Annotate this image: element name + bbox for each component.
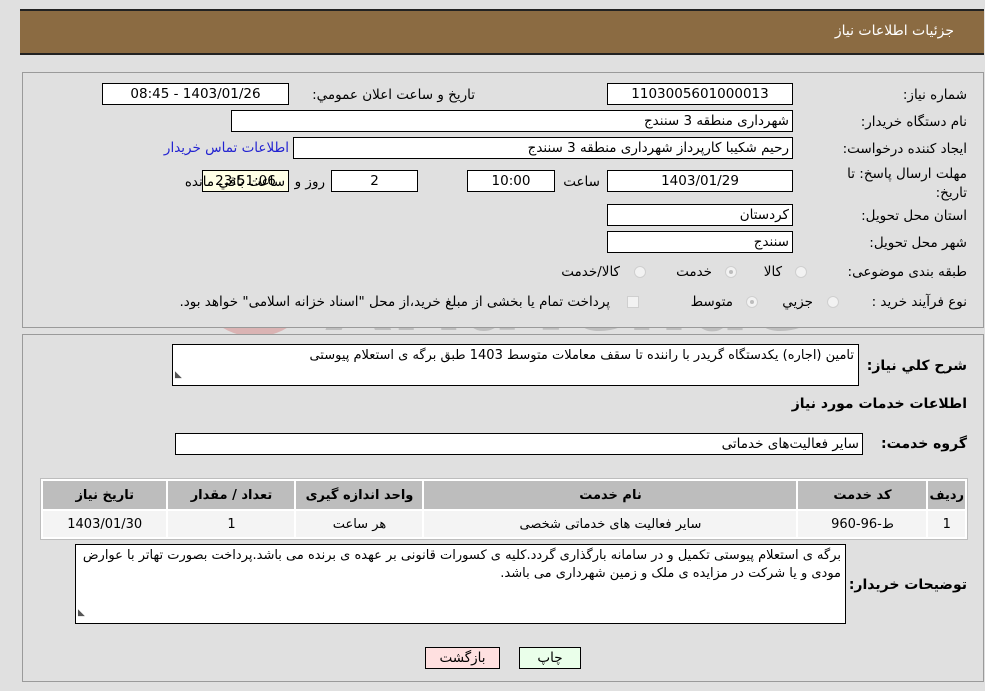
services-table: رديف کد خدمت نام خدمت واحد اندازه گيری ت… bbox=[40, 478, 968, 540]
time-remaining-label: ساعت باقي مانده bbox=[184, 174, 285, 190]
process-radio-medium[interactable] bbox=[746, 296, 758, 308]
city-field[interactable]: سنندج bbox=[607, 231, 793, 253]
summary-label: شرح کلي نياز: bbox=[866, 358, 967, 374]
announce-field[interactable]: 1403/01/26 - 08:45 bbox=[102, 83, 289, 105]
deadline-time-label: ساعت bbox=[563, 174, 600, 190]
summary-textarea[interactable]: تامین (اجاره) یکدستگاه گریدر با راننده ت… bbox=[172, 344, 859, 386]
category-option-goods-service: کالا/خدمت bbox=[561, 264, 620, 280]
category-option-service: خدمت bbox=[676, 264, 712, 280]
page-title: جزئیات اطلاعات نیاز bbox=[834, 23, 954, 39]
page-header: جزئیات اطلاعات نیاز bbox=[20, 9, 984, 55]
buyer-notes-textarea[interactable]: برگه ی استعلام پیوستی تکمیل و در سامانه … bbox=[75, 544, 846, 624]
services-heading: اطلاعات خدمات مورد نياز bbox=[791, 396, 967, 412]
category-radio-goods[interactable] bbox=[795, 266, 807, 278]
province-field[interactable]: کردستان bbox=[607, 204, 793, 226]
creator-label: ايجاد کننده درخواست: bbox=[842, 141, 967, 157]
col-service-name: نام خدمت bbox=[424, 481, 797, 509]
col-need-date: تاريخ نياز bbox=[43, 481, 167, 509]
deadline-label: مهلت ارسال پاسخ: تا تاريخ: bbox=[847, 166, 967, 201]
province-label: استان محل تحويل: bbox=[861, 208, 967, 224]
buyer-org-label: نام دستگاه خريدار: bbox=[860, 114, 967, 130]
buyer-notes-text: برگه ی استعلام پیوستی تکمیل و در سامانه … bbox=[82, 548, 841, 581]
col-service-code: کد خدمت bbox=[798, 481, 927, 509]
col-unit: واحد اندازه گيری bbox=[296, 481, 423, 509]
table-header-row: رديف کد خدمت نام خدمت واحد اندازه گيری ت… bbox=[43, 481, 965, 509]
deadline-date-field[interactable]: 1403/01/29 bbox=[607, 170, 793, 192]
category-option-goods: کالا bbox=[763, 264, 782, 280]
category-radio-goods-service[interactable] bbox=[634, 266, 646, 278]
buyer-contact-link[interactable]: اطلاعات تماس خريدار bbox=[164, 140, 289, 156]
process-radio-minor[interactable] bbox=[827, 296, 839, 308]
print-button[interactable]: چاپ bbox=[519, 647, 581, 669]
deadline-time-field[interactable]: 10:00 bbox=[467, 170, 555, 192]
cell-quantity: 1 bbox=[168, 511, 295, 537]
buyer-org-field[interactable]: شهرداری منطقه 3 سنندج bbox=[231, 110, 793, 132]
category-label: طبقه بندی موضوعی: bbox=[847, 264, 967, 280]
resize-grip-icon[interactable]: ◢ bbox=[78, 604, 85, 622]
days-remaining-field[interactable]: 2 bbox=[331, 170, 418, 192]
city-label: شهر محل تحويل: bbox=[869, 235, 967, 251]
col-row-number: رديف bbox=[928, 481, 965, 509]
service-group-field[interactable]: سایر فعالیت‌های خدماتی bbox=[175, 433, 863, 455]
cell-service-code: ط-96-960 bbox=[798, 511, 927, 537]
cell-service-name: سایر فعالیت های خدماتی شخصی bbox=[424, 511, 797, 537]
announce-label: تاريخ و ساعت اعلان عمومي: bbox=[312, 87, 475, 103]
table-row: 1 ط-96-960 سایر فعالیت های خدماتی شخصی ه… bbox=[43, 511, 965, 537]
process-option-minor: جزيي bbox=[782, 294, 813, 310]
creator-field[interactable]: رحیم شکیبا کارپرداز شهرداری منطقه 3 سنند… bbox=[293, 137, 793, 159]
cell-unit: هر ساعت bbox=[296, 511, 423, 537]
cell-row-number: 1 bbox=[928, 511, 965, 537]
process-label: نوع فرآيند خريد : bbox=[871, 294, 967, 310]
buyer-notes-label: توضيحات خريدار: bbox=[848, 577, 967, 593]
service-group-label: گروه خدمت: bbox=[881, 436, 967, 452]
cell-need-date: 1403/01/30 bbox=[43, 511, 167, 537]
need-number-label: شماره نیاز: bbox=[902, 87, 967, 103]
resize-grip-icon[interactable]: ◢ bbox=[175, 366, 182, 384]
process-option-medium: متوسط bbox=[690, 294, 733, 310]
col-quantity: تعداد / مقدار bbox=[168, 481, 295, 509]
need-number-field[interactable]: 1103005601000013 bbox=[607, 83, 793, 105]
treasury-text: پرداخت تمام يا بخشی از مبلغ خريد،از محل … bbox=[179, 294, 610, 310]
days-label: روز و bbox=[294, 174, 325, 190]
category-radio-service[interactable] bbox=[725, 266, 737, 278]
summary-text: تامین (اجاره) یکدستگاه گریدر با راننده ت… bbox=[309, 348, 854, 363]
treasury-checkbox[interactable] bbox=[627, 296, 639, 308]
back-button[interactable]: بازگشت bbox=[425, 647, 500, 669]
